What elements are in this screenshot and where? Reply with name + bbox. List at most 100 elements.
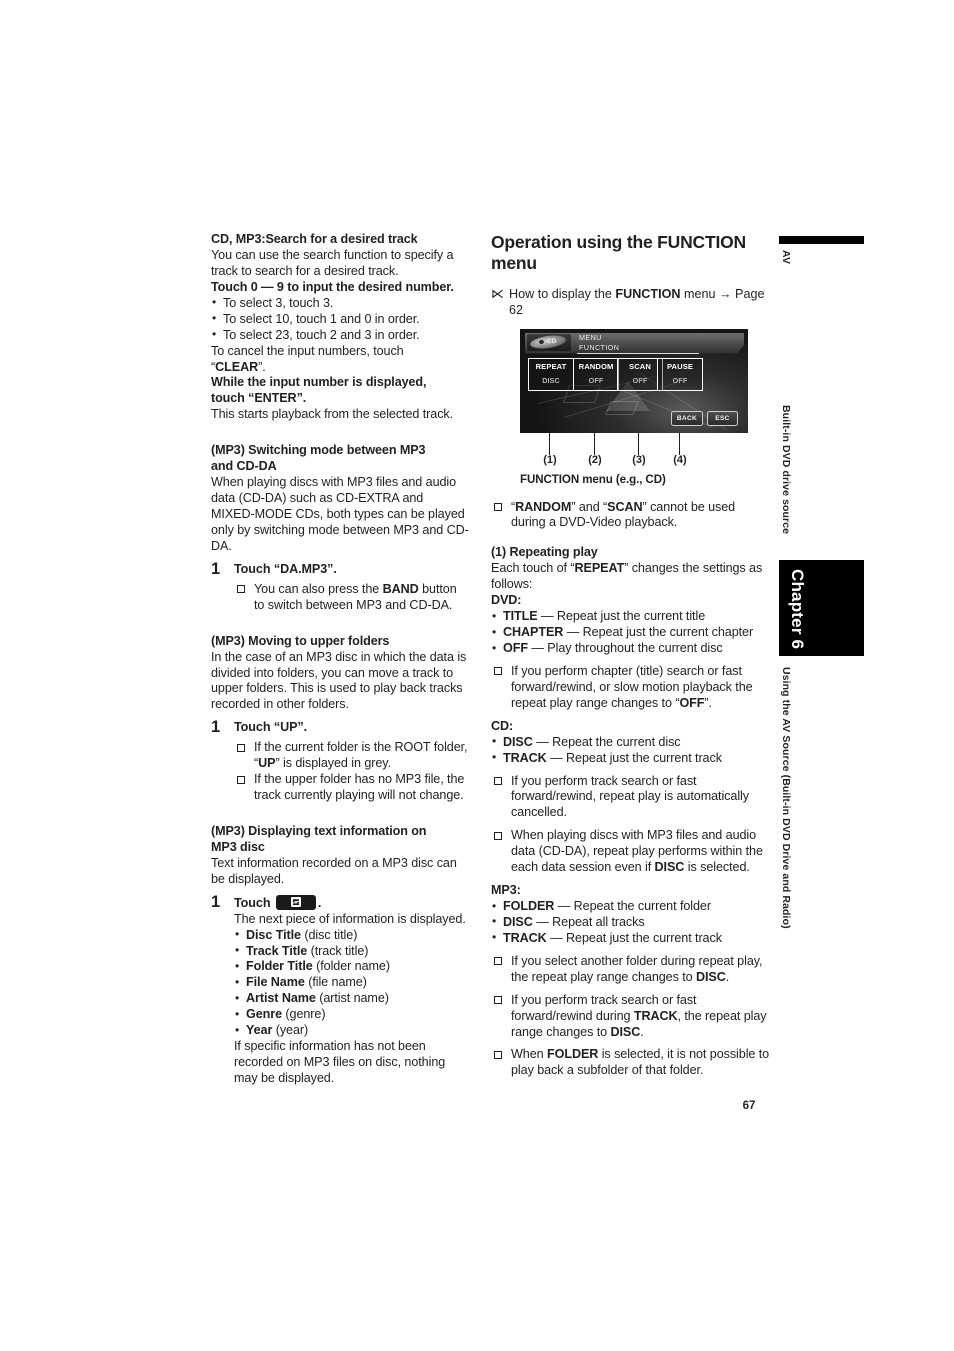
item-desc: (file name) bbox=[308, 975, 367, 990]
scan-key-label: SCAN bbox=[607, 499, 643, 514]
step-touch-up: 1 Touch “UP”. If the current folder is t… bbox=[211, 718, 469, 804]
screen-option-repeat[interactable]: REPEAT DISC bbox=[528, 357, 574, 391]
item-desc: (genre) bbox=[285, 1007, 326, 1022]
chapter-tab: Chapter 6 bbox=[779, 560, 864, 656]
option-value: OFF bbox=[672, 375, 688, 385]
disc-key-label: DISC bbox=[610, 1024, 641, 1039]
note-mp3-track-search: If you perform track search or fast forw… bbox=[491, 993, 772, 1041]
item-desc: (artist name) bbox=[319, 991, 389, 1006]
note-square-icon bbox=[237, 585, 245, 594]
refnote-pre: How to display the bbox=[509, 286, 616, 301]
list-item: Disc Title (disc title) bbox=[234, 927, 469, 944]
screen-back-button[interactable]: BACK bbox=[671, 410, 703, 426]
item-term: TRACK bbox=[503, 930, 547, 945]
note-dvd-repeat-off: If you perform chapter (title) search or… bbox=[491, 664, 772, 712]
note-mid: ” and “ bbox=[571, 499, 608, 514]
item-desc: — Repeat just the current title bbox=[537, 609, 706, 624]
option-title: RANDOM bbox=[578, 361, 614, 371]
list-item: TRACK — Repeat just the current track bbox=[491, 930, 772, 947]
screen-header: CD MENU FUNCTION bbox=[525, 332, 744, 355]
cancel-text: To cancel the input numbers, touch bbox=[211, 343, 404, 358]
list-item: DISC — Repeat the current disc bbox=[491, 734, 772, 751]
item-desc: — Repeat just the current track bbox=[546, 750, 722, 765]
enter-instruction-line2: touch “ENTER”. bbox=[211, 391, 469, 407]
section-body: In the case of an MP3 disc in which the … bbox=[211, 649, 467, 712]
step-title: Touch “UP”. bbox=[234, 720, 308, 735]
item-desc: — Repeat the current folder bbox=[554, 899, 711, 914]
item-term: File Name bbox=[246, 975, 305, 990]
section-heading: (MP3) Moving to upper folders bbox=[211, 633, 390, 648]
random-key-label: RANDOM bbox=[515, 499, 572, 514]
note-cd-mp3-session: When playing discs with MP3 files and au… bbox=[491, 828, 772, 876]
screen-option-pause[interactable]: PAUSE OFF bbox=[657, 357, 703, 391]
step-title: Touch “DA.MP3”. bbox=[234, 561, 337, 576]
clear-key-label: CLEAR bbox=[215, 359, 259, 374]
item-desc: (disc title) bbox=[304, 927, 358, 942]
list-item: Year (year) bbox=[234, 1023, 469, 1039]
search-result-text: This starts playback from the selected t… bbox=[211, 407, 454, 422]
list-item: To select 10, touch 1 and 0 in order. bbox=[211, 311, 469, 328]
item-desc: — Repeat the current disc bbox=[532, 734, 681, 749]
item-term: Folder Title bbox=[246, 959, 313, 974]
section-heading-line1: (MP3) Switching mode between MP3 bbox=[211, 443, 426, 458]
item-term: TITLE bbox=[503, 609, 538, 624]
item-term: OFF bbox=[503, 641, 528, 656]
note-post: ” is displayed in grey. bbox=[275, 756, 391, 771]
item-desc: — Repeat all tracks bbox=[532, 914, 645, 929]
item-term: TRACK bbox=[503, 750, 547, 765]
list-item: File Name (file name) bbox=[234, 975, 469, 991]
track-key-label: TRACK bbox=[633, 1008, 678, 1023]
note-post: ”. bbox=[704, 695, 712, 710]
note-post: . bbox=[725, 969, 730, 984]
page-number: 67 bbox=[742, 1100, 756, 1112]
search-bullet-list: To select 3, touch 3. To select 10, touc… bbox=[211, 295, 469, 344]
list-item: Track Title (track title) bbox=[234, 943, 469, 960]
note-random-scan: “RANDOM” and “SCAN” cannot be used durin… bbox=[491, 500, 772, 532]
list-item: TITLE — Repeat just the current title bbox=[491, 609, 772, 625]
dvd-repeat-list: TITLE — Repeat just the current title CH… bbox=[491, 609, 772, 657]
list-item: OFF — Play throughout the current disc bbox=[491, 641, 772, 657]
search-instruction: Touch 0 — 9 to input the desired number. bbox=[211, 279, 454, 294]
note-text: If the upper folder has no MP3 file, the… bbox=[254, 772, 465, 803]
cd-disc-icon: CD bbox=[527, 333, 571, 351]
cancel-instruction: To cancel the input numbers, touch bbox=[211, 344, 469, 360]
page-title-line1: Operation using the FUNCTION bbox=[491, 232, 746, 252]
section-intro: You can use the search function to speci… bbox=[211, 247, 454, 278]
screen-esc-button[interactable]: ESC bbox=[707, 410, 738, 426]
list-item: FOLDER — Repeat the current folder bbox=[491, 899, 772, 915]
item-term: Genre bbox=[246, 1007, 282, 1022]
disc-key-label: DISC bbox=[654, 860, 685, 875]
callout-3: (3) bbox=[632, 453, 646, 466]
step-touch-text-key: 1 Touch . The next piece of information … bbox=[211, 893, 469, 1087]
note-text: If you perform track search or fast forw… bbox=[511, 773, 749, 820]
item-term: Disc Title bbox=[246, 927, 301, 942]
item-term: Year bbox=[246, 1023, 273, 1038]
text-info-list: Disc Title (disc title) Track Title (tra… bbox=[234, 927, 469, 1039]
section-switching-mode: (MP3) Switching mode between MP3 and CD-… bbox=[211, 443, 469, 613]
mp3-label: MP3: bbox=[491, 883, 521, 898]
manual-page: CD, MP3:Search for a desired track You c… bbox=[0, 0, 954, 1351]
list-item: TRACK — Repeat just the current track bbox=[491, 750, 772, 767]
item-term: DISC bbox=[503, 734, 533, 749]
section-body: Text information recorded on a MP3 disc … bbox=[211, 855, 457, 886]
section-body: When playing discs with MP3 files and au… bbox=[211, 475, 469, 553]
left-column: CD, MP3:Search for a desired track You c… bbox=[211, 232, 469, 1087]
screen-option-random[interactable]: RANDOM OFF bbox=[573, 357, 619, 391]
note-square-icon bbox=[494, 667, 502, 676]
section-footer: If specific information has not been rec… bbox=[234, 1039, 446, 1085]
enter-post: ”. bbox=[296, 391, 307, 406]
option-title: REPEAT bbox=[535, 361, 567, 371]
callout-1: (1) bbox=[543, 453, 557, 466]
note-post: is selected. bbox=[684, 860, 750, 875]
step-title: Touch . bbox=[234, 894, 469, 912]
note-square-icon bbox=[494, 777, 502, 786]
note-square-icon bbox=[237, 775, 245, 784]
menu-underline bbox=[577, 353, 699, 355]
function-menu-figure: CD MENU FUNCTION REPEAT DISC RANDOM OFF … bbox=[520, 328, 748, 471]
note-square-icon bbox=[494, 957, 502, 966]
option-title: PAUSE bbox=[666, 361, 694, 371]
item-desc: (year) bbox=[275, 1023, 309, 1038]
up-key-label: UP bbox=[258, 756, 276, 771]
enter-pre: touch “ bbox=[211, 391, 255, 406]
note-post: . bbox=[640, 1024, 644, 1039]
